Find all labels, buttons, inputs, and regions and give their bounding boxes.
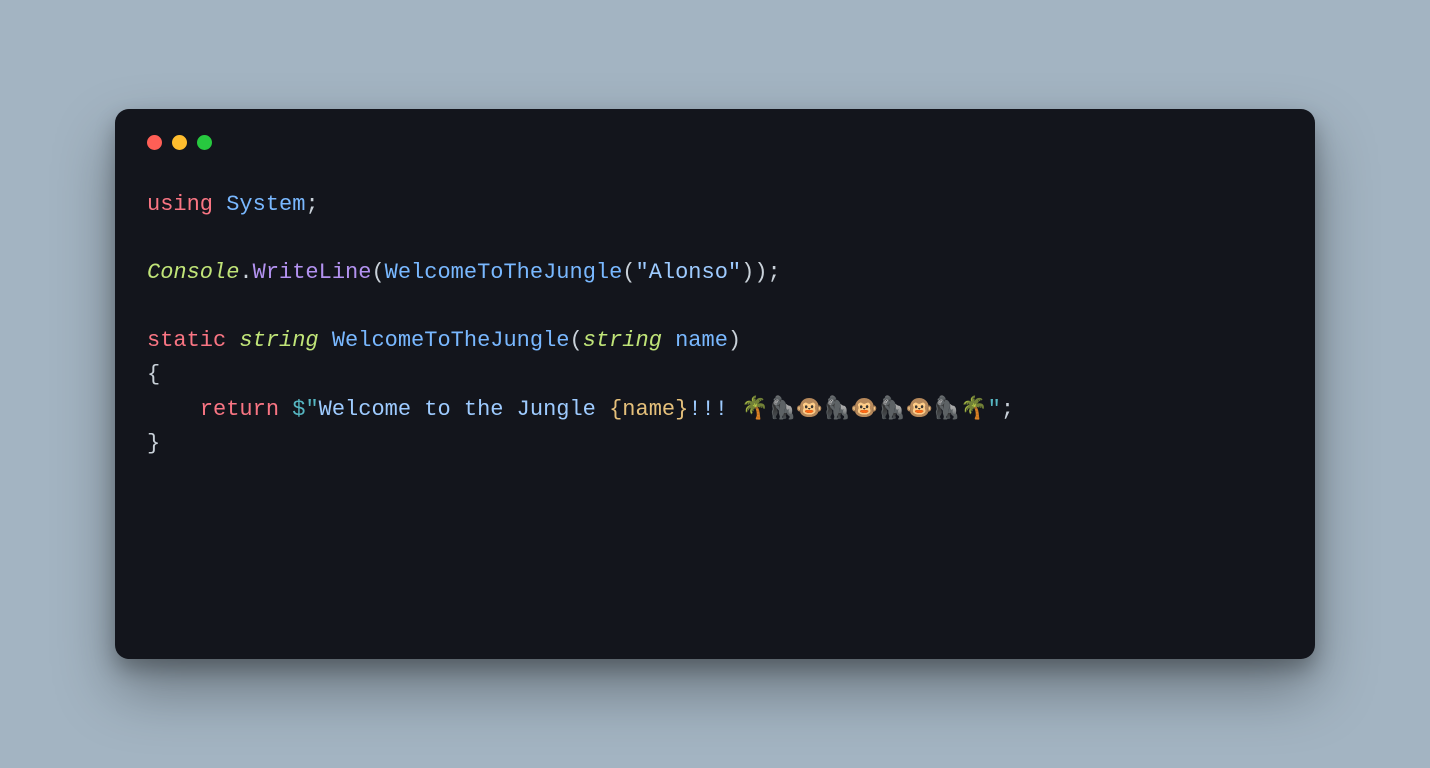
decl-welcome: WelcomeToTheJungle — [332, 328, 570, 353]
call-welcome: WelcomeToTheJungle — [385, 260, 623, 285]
maximize-icon[interactable] — [197, 135, 212, 150]
code-window: using System; Console.WriteLine(WelcomeT… — [115, 109, 1315, 659]
rparen: ) — [754, 260, 767, 285]
interp-brace-open: { — [609, 397, 622, 422]
keyword-static: static — [147, 328, 226, 353]
rparen: ) — [728, 328, 741, 353]
rparen: ) — [741, 260, 754, 285]
semicolon: ; — [1001, 397, 1014, 422]
lparen: ( — [622, 260, 635, 285]
string-welcome-pre: Welcome to the Jungle — [319, 397, 609, 422]
close-icon[interactable] — [147, 135, 162, 150]
semicolon: ; — [768, 260, 781, 285]
param-type-string: string — [583, 328, 662, 353]
minimize-icon[interactable] — [172, 135, 187, 150]
quote-close: " — [728, 260, 741, 285]
window-traffic-lights — [147, 135, 1283, 150]
string-bang: !!! — [688, 397, 741, 422]
method-writeline: WriteLine — [253, 260, 372, 285]
keyword-return: return — [200, 397, 279, 422]
quote-close: " — [988, 397, 1001, 422]
interp-brace-close: } — [675, 397, 688, 422]
interp-dollar: $ — [292, 397, 305, 422]
lparen: ( — [569, 328, 582, 353]
dot: . — [239, 260, 252, 285]
string-emojis: 🌴🦍🐵🦍🐵🦍🐵🦍🌴 — [741, 397, 988, 422]
quote-open: " — [636, 260, 649, 285]
semicolon: ; — [305, 192, 318, 217]
keyword-using: using — [147, 192, 213, 217]
code-block: using System; Console.WriteLine(WelcomeT… — [147, 188, 1283, 461]
rbrace: } — [147, 431, 160, 456]
string-alonso: Alonso — [649, 260, 728, 285]
interp-var-name: name — [622, 397, 675, 422]
quote-open: " — [305, 397, 318, 422]
param-name: name — [675, 328, 728, 353]
type-string: string — [239, 328, 318, 353]
lparen: ( — [371, 260, 384, 285]
class-console: Console — [147, 260, 239, 285]
lbrace: { — [147, 362, 160, 387]
namespace-system: System — [226, 192, 305, 217]
indent — [147, 397, 200, 422]
